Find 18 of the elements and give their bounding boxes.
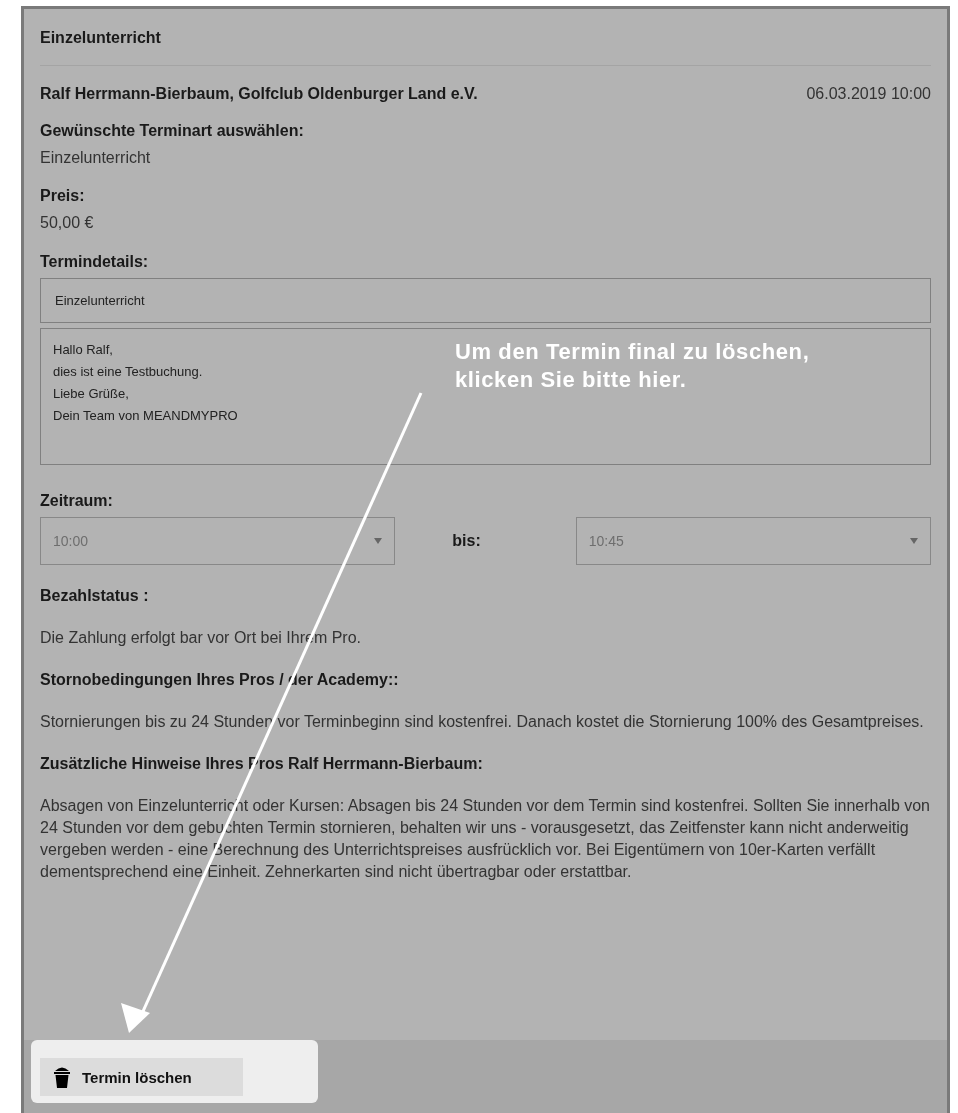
section-heading: Bezahlstatus : xyxy=(40,587,150,605)
caret-icon xyxy=(374,538,383,544)
booking-datetime: 06.03.2019 10:00 xyxy=(806,85,931,103)
field-label: Zeitraum: xyxy=(40,491,114,511)
delete-button[interactable]: Termin löschen xyxy=(40,1058,243,1096)
field-label: bis: xyxy=(451,532,482,550)
pro-name: Ralf Herrmann-Bierbaum, Golfclub Oldenburger Land e.V. xyxy=(40,85,478,103)
dialog-title: Einzelunterricht xyxy=(40,28,162,48)
trash-icon xyxy=(52,1065,72,1089)
callout-text: Um den Termin final zu löschen, klicken Sie bitte hier. xyxy=(455,338,811,394)
section-text: Stornierungen bis zu 24 Stunden vor Terminbeginn sind kostenfrei. Danach kostet die Stornierung 100% des Gesamtpreises. xyxy=(40,712,925,732)
field-label: Preis: xyxy=(40,186,86,206)
field-value: 50,00 € xyxy=(40,213,95,233)
field-label: Gewünschte Terminart auswählen: xyxy=(40,121,305,141)
subject-field[interactable]: Einzelunterricht xyxy=(40,278,931,323)
field-label: Termindetails: xyxy=(40,252,150,272)
field-value: Einzelunterricht xyxy=(40,148,152,168)
caret-icon xyxy=(910,538,918,544)
